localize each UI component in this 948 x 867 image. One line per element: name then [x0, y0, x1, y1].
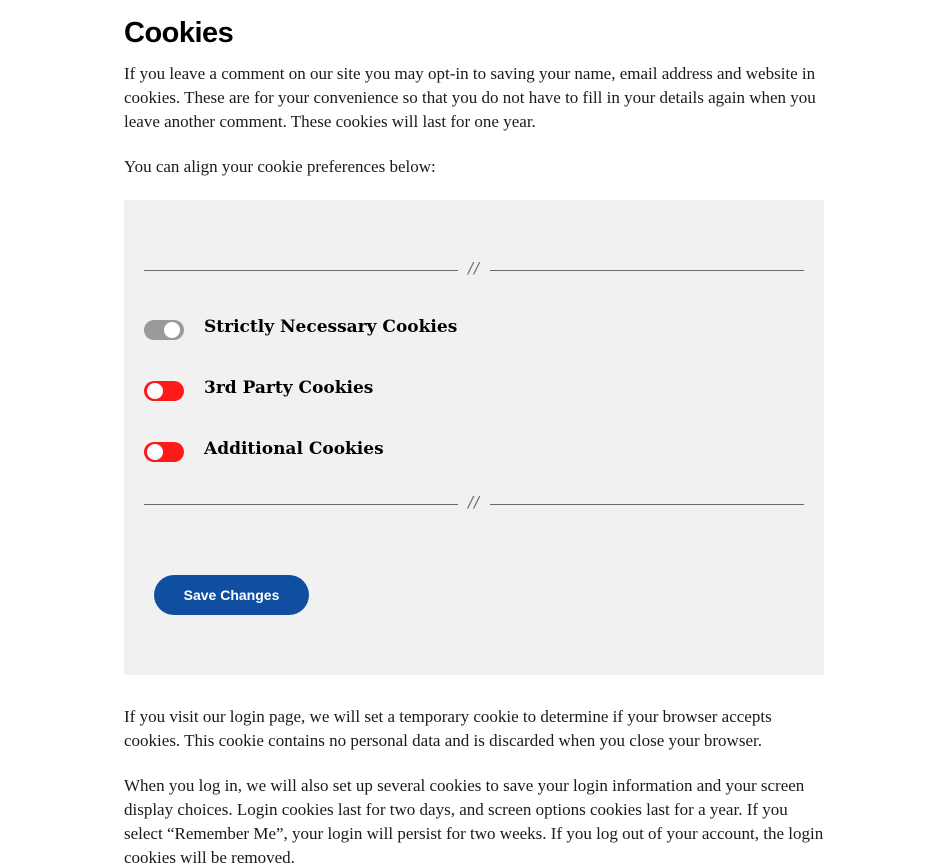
divider-slashes: //	[467, 259, 481, 277]
section-heading: Cookies	[124, 17, 234, 49]
cookie-preferences-panel: // Strictly Necessary Cookies 3rd Party …	[124, 200, 824, 675]
strictly-necessary-toggle[interactable]	[144, 320, 184, 340]
toggle-knob	[147, 383, 163, 399]
third-party-label: 3rd Party Cookies	[204, 378, 374, 398]
align-prompt: You can align your cookie preferences be…	[124, 157, 436, 176]
intro-paragraph: If you leave a comment on our site you m…	[124, 64, 816, 131]
divider-bottom: //	[144, 493, 804, 512]
third-party-toggle[interactable]	[144, 381, 184, 401]
toggle-row-additional: Additional Cookies	[144, 439, 744, 464]
strictly-necessary-label: Strictly Necessary Cookies	[204, 317, 458, 337]
additional-toggle[interactable]	[144, 442, 184, 462]
login-page-paragraph: If you visit our login page, we will set…	[124, 707, 772, 750]
toggle-knob	[164, 322, 180, 338]
additional-label: Additional Cookies	[204, 439, 384, 459]
divider-slashes: //	[467, 493, 481, 511]
toggle-row-strictly-necessary: Strictly Necessary Cookies	[144, 317, 744, 342]
toggle-knob	[147, 444, 163, 460]
toggle-row-third-party: 3rd Party Cookies	[144, 378, 744, 403]
divider-top: //	[144, 259, 804, 278]
save-changes-button[interactable]: Save Changes	[154, 575, 309, 615]
login-cookies-paragraph: When you log in, we will also set up sev…	[124, 776, 824, 867]
